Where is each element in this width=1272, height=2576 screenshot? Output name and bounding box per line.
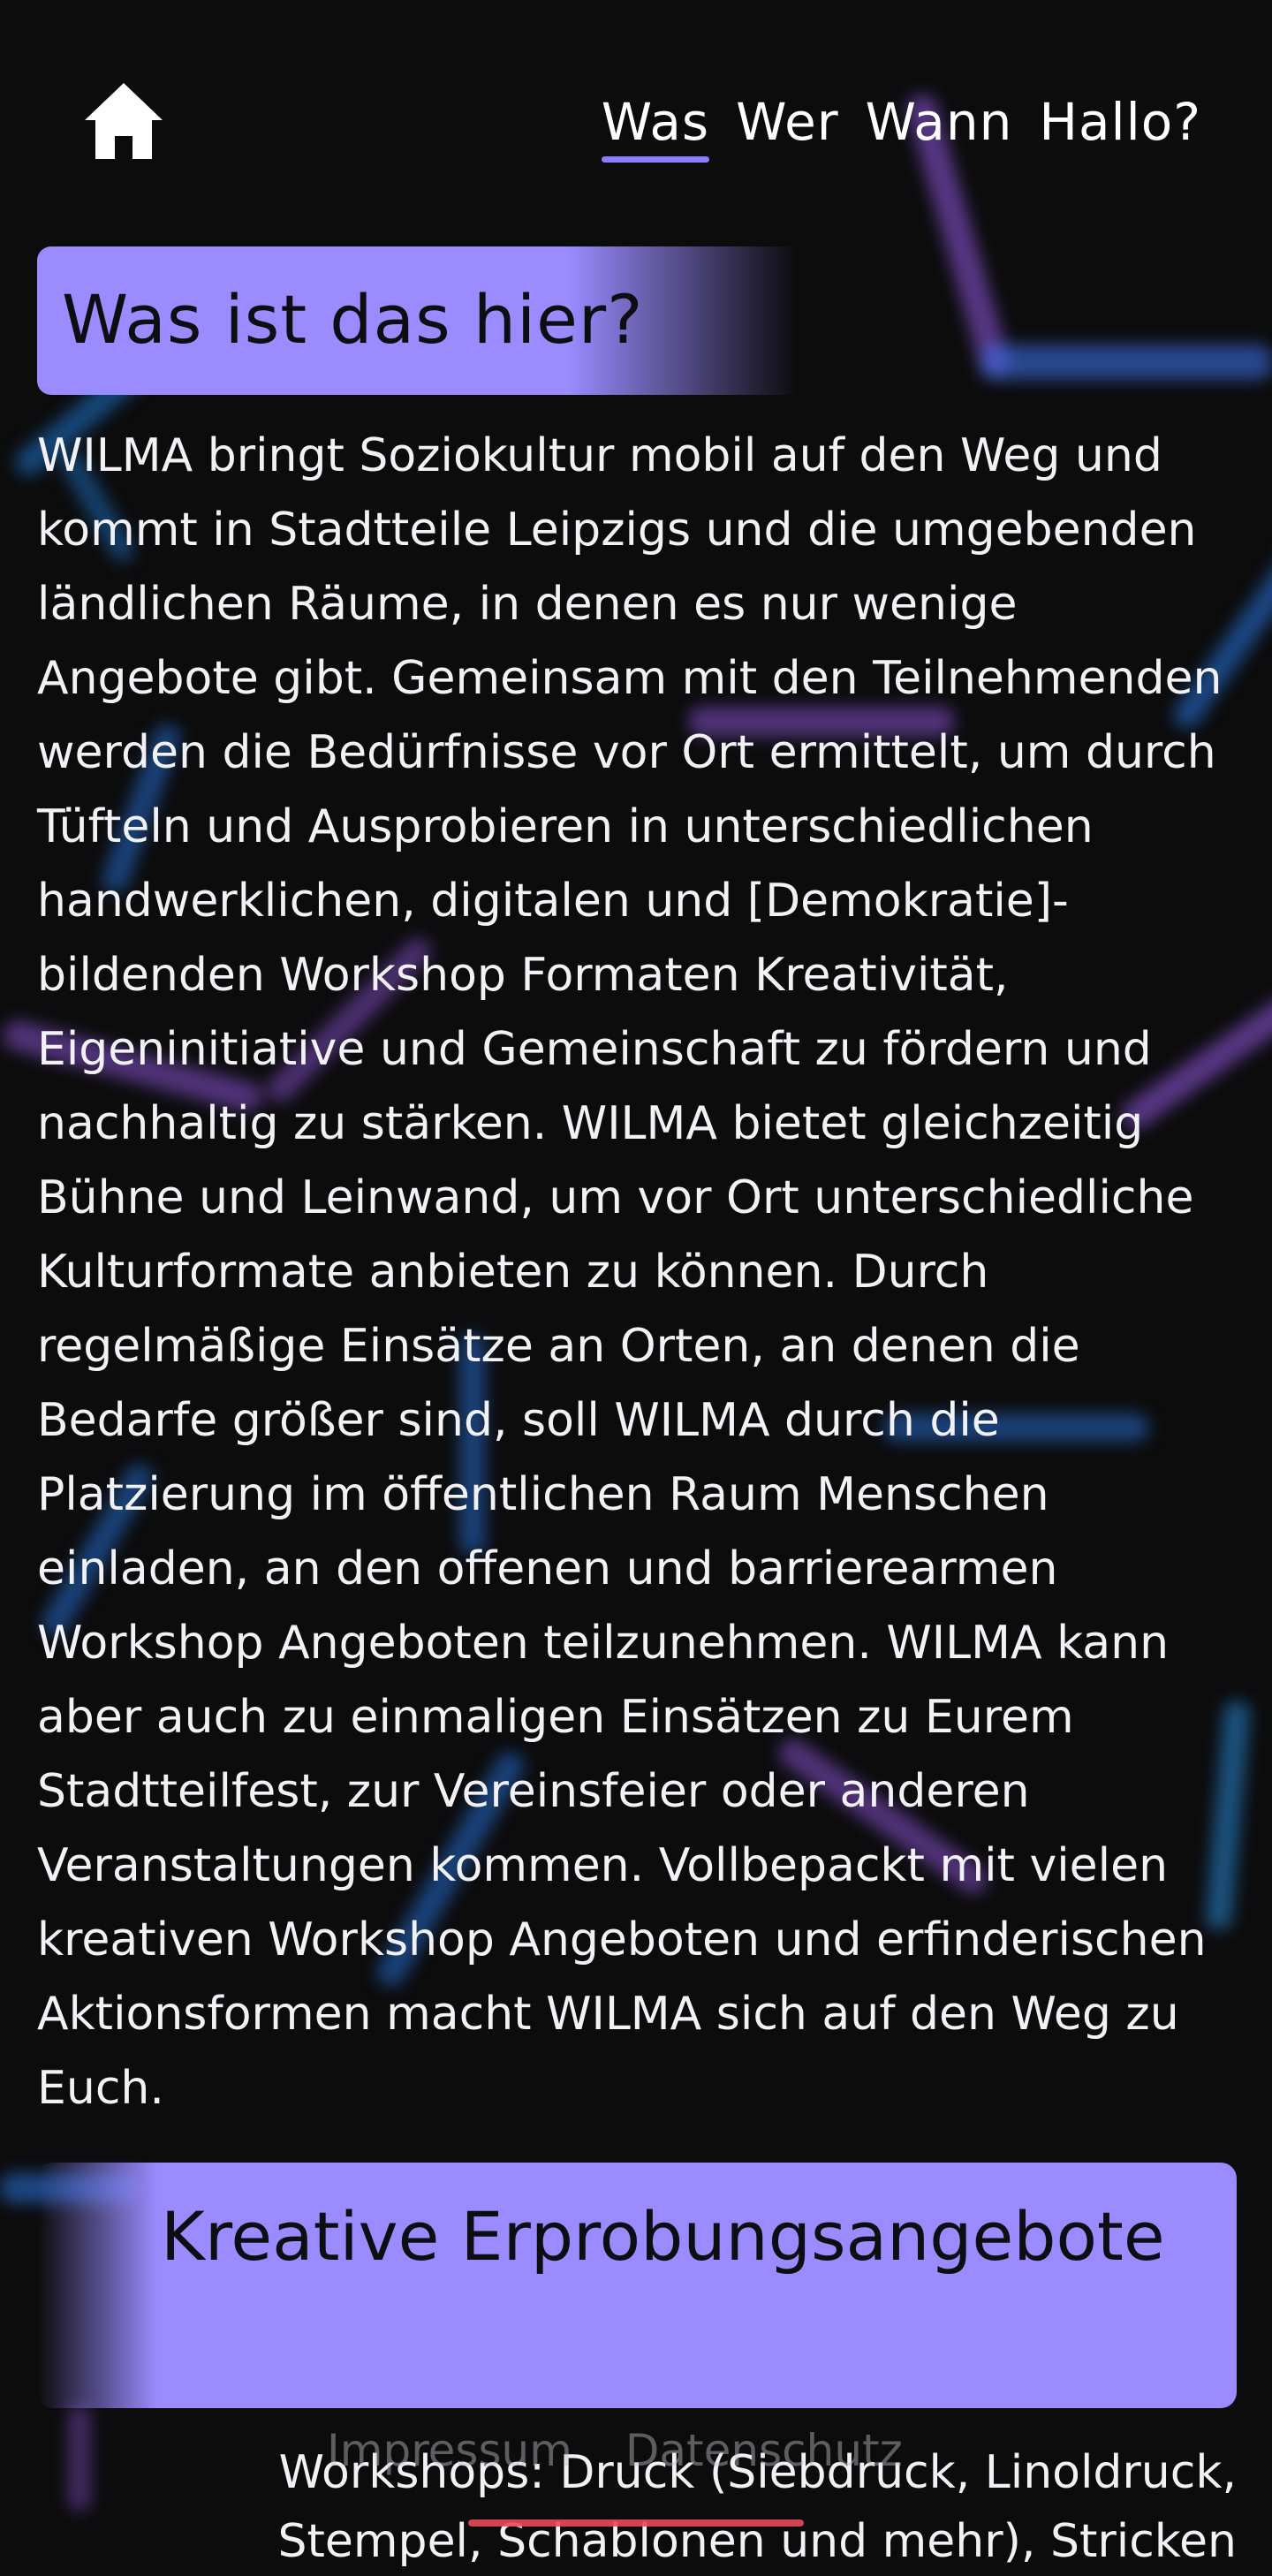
intro-title-box: Was ist das hier? [37, 246, 797, 395]
decorative-stick [68, 2406, 91, 2512]
intro-text: WILMA bringt Soziokultur mobil auf den W… [37, 429, 1223, 2115]
nav-link-wann[interactable]: Wann [866, 88, 1013, 155]
top-navigation: Was Wer Wann Hallo? [0, 0, 1272, 194]
decorative-stick [980, 345, 1272, 380]
section-title: Kreative Erprobungsangebote [161, 2197, 1165, 2276]
section-title-box: Kreative Erprobungsangebote [37, 2163, 1237, 2408]
page-title: Was ist das hier? [62, 280, 644, 359]
home-button[interactable] [80, 78, 168, 166]
main-menu: Was Wer Wann Hallo? [601, 88, 1201, 163]
impressum-link[interactable]: Impressum [327, 2425, 572, 2476]
home-icon [85, 83, 163, 159]
nav-link-wer[interactable]: Wer [736, 88, 838, 155]
nav-link-hallo[interactable]: Hallo? [1039, 88, 1201, 155]
nav-link-was[interactable]: Was [601, 88, 710, 163]
footer-links: Impressum Datenschutz [327, 2425, 903, 2476]
footer-underline [468, 2519, 804, 2527]
datenschutz-link[interactable]: Datenschutz [625, 2425, 903, 2476]
